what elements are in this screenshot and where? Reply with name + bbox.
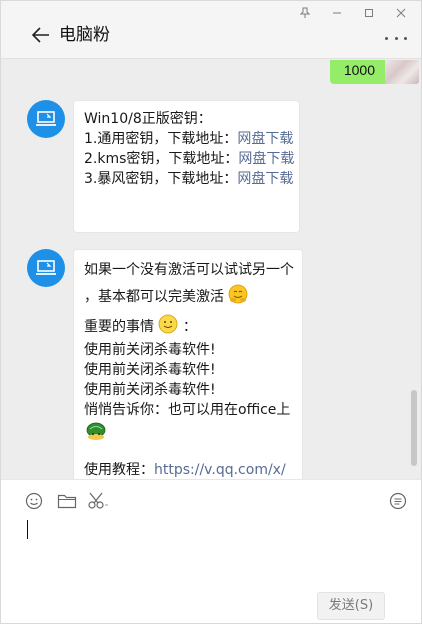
message-line	[84, 420, 292, 446]
message-text: 如果一个没有激活可以试试另一个	[84, 262, 294, 278]
message-text: 悄悄告诉你：也可以用在office上	[84, 402, 291, 418]
contact-avatar[interactable]	[27, 249, 65, 287]
message-text: Win10/8正版密钥：	[84, 111, 212, 127]
chat-window: 电脑粉 1000 Win10/8正版密钥： 1.通用密钥，下载地址：网盘下载 2…	[0, 0, 422, 624]
message-scrollbar[interactable]	[411, 390, 417, 466]
laptop-logo-icon	[36, 260, 56, 275]
smile-emoji-icon	[158, 314, 178, 340]
window-controls	[289, 3, 417, 23]
chat-header: 电脑粉	[1, 1, 421, 59]
message-text: 2.kms密钥，下载地址：	[84, 151, 239, 167]
message-text: ，基本都可以完美激活	[84, 289, 224, 305]
message-line: ，基本都可以完美激活	[84, 284, 292, 310]
download-link[interactable]: 网盘下载	[237, 131, 293, 147]
message-text: 使用前关闭杀毒软件!	[84, 382, 216, 398]
screenshot-scissors-icon[interactable]	[88, 490, 110, 512]
back-arrow-icon[interactable]	[29, 23, 53, 47]
tutorial-link[interactable]: https://v.qq.com/x/	[154, 462, 286, 478]
message-text: 1.通用密钥，下载地址：	[84, 131, 238, 147]
maximize-icon[interactable]	[353, 3, 385, 23]
folder-icon[interactable]	[56, 490, 78, 512]
emoji-icon[interactable]	[23, 490, 45, 512]
turtle-emoji-icon	[84, 420, 108, 448]
more-options-icon[interactable]	[385, 31, 407, 45]
message-bubble-keys[interactable]: Win10/8正版密钥： 1.通用密钥，下载地址：网盘下载 2.kms密钥，下载…	[73, 100, 300, 233]
chat-title: 电脑粉	[59, 25, 110, 45]
message-line: 使用前关闭杀毒软件!	[84, 380, 292, 400]
self-message: 1000	[329, 60, 419, 84]
message-text: ：	[182, 319, 197, 335]
contact-avatar[interactable]	[27, 100, 65, 138]
message-line: 使用前关闭杀毒软件!	[84, 360, 292, 380]
laptop-logo-icon	[36, 111, 56, 126]
self-avatar[interactable]	[385, 60, 419, 84]
message-bubble-tips[interactable]: 如果一个没有激活可以试试另一个 ，基本都可以完美激活 重要的事情 ： 使用前关闭…	[73, 249, 303, 479]
message-line: 使用前关闭杀毒软件!	[84, 340, 292, 360]
text-input-caret[interactable]	[27, 520, 28, 539]
message-line: 悄悄告诉你：也可以用在office上	[84, 400, 292, 420]
message-text: 使用前关闭杀毒软件!	[84, 362, 216, 378]
pin-icon[interactable]	[289, 3, 321, 23]
input-toolbar	[1, 480, 421, 520]
input-area: 发送(S)	[1, 479, 421, 623]
message-line: Win10/8正版密钥：	[84, 109, 289, 129]
message-line: 2.kms密钥，下载地址：网盘下载	[84, 149, 294, 169]
message-text: 重要的事情	[84, 319, 154, 335]
close-icon[interactable]	[385, 3, 417, 23]
message-line: 如果一个没有激活可以试试另一个	[84, 258, 294, 280]
message-line: 使用教程：https://v.qq.com/x/	[84, 460, 292, 479]
send-button[interactable]: 发送(S)	[317, 592, 385, 620]
message-text: 使用前关闭杀毒软件!	[84, 342, 216, 358]
message-text: 3.暴风密钥，下载地址：	[84, 171, 238, 187]
hug-emoji-icon	[228, 284, 248, 310]
minimize-icon[interactable]	[321, 3, 353, 23]
chat-history-icon[interactable]	[387, 490, 409, 512]
download-link[interactable]: 网盘下载	[238, 151, 294, 167]
download-link[interactable]: 网盘下载	[237, 171, 293, 187]
message-line: 重要的事情 ：	[84, 314, 292, 340]
message-line: 1.通用密钥，下载地址：网盘下载	[84, 129, 293, 149]
message-list[interactable]: 1000 Win10/8正版密钥： 1.通用密钥，下载地址：网盘下载 2.kms…	[1, 60, 421, 479]
self-message-bubble[interactable]: 1000	[329, 60, 396, 84]
message-text: 使用教程：	[84, 462, 154, 478]
message-line: 3.暴风密钥，下载地址：网盘下载	[84, 169, 293, 189]
